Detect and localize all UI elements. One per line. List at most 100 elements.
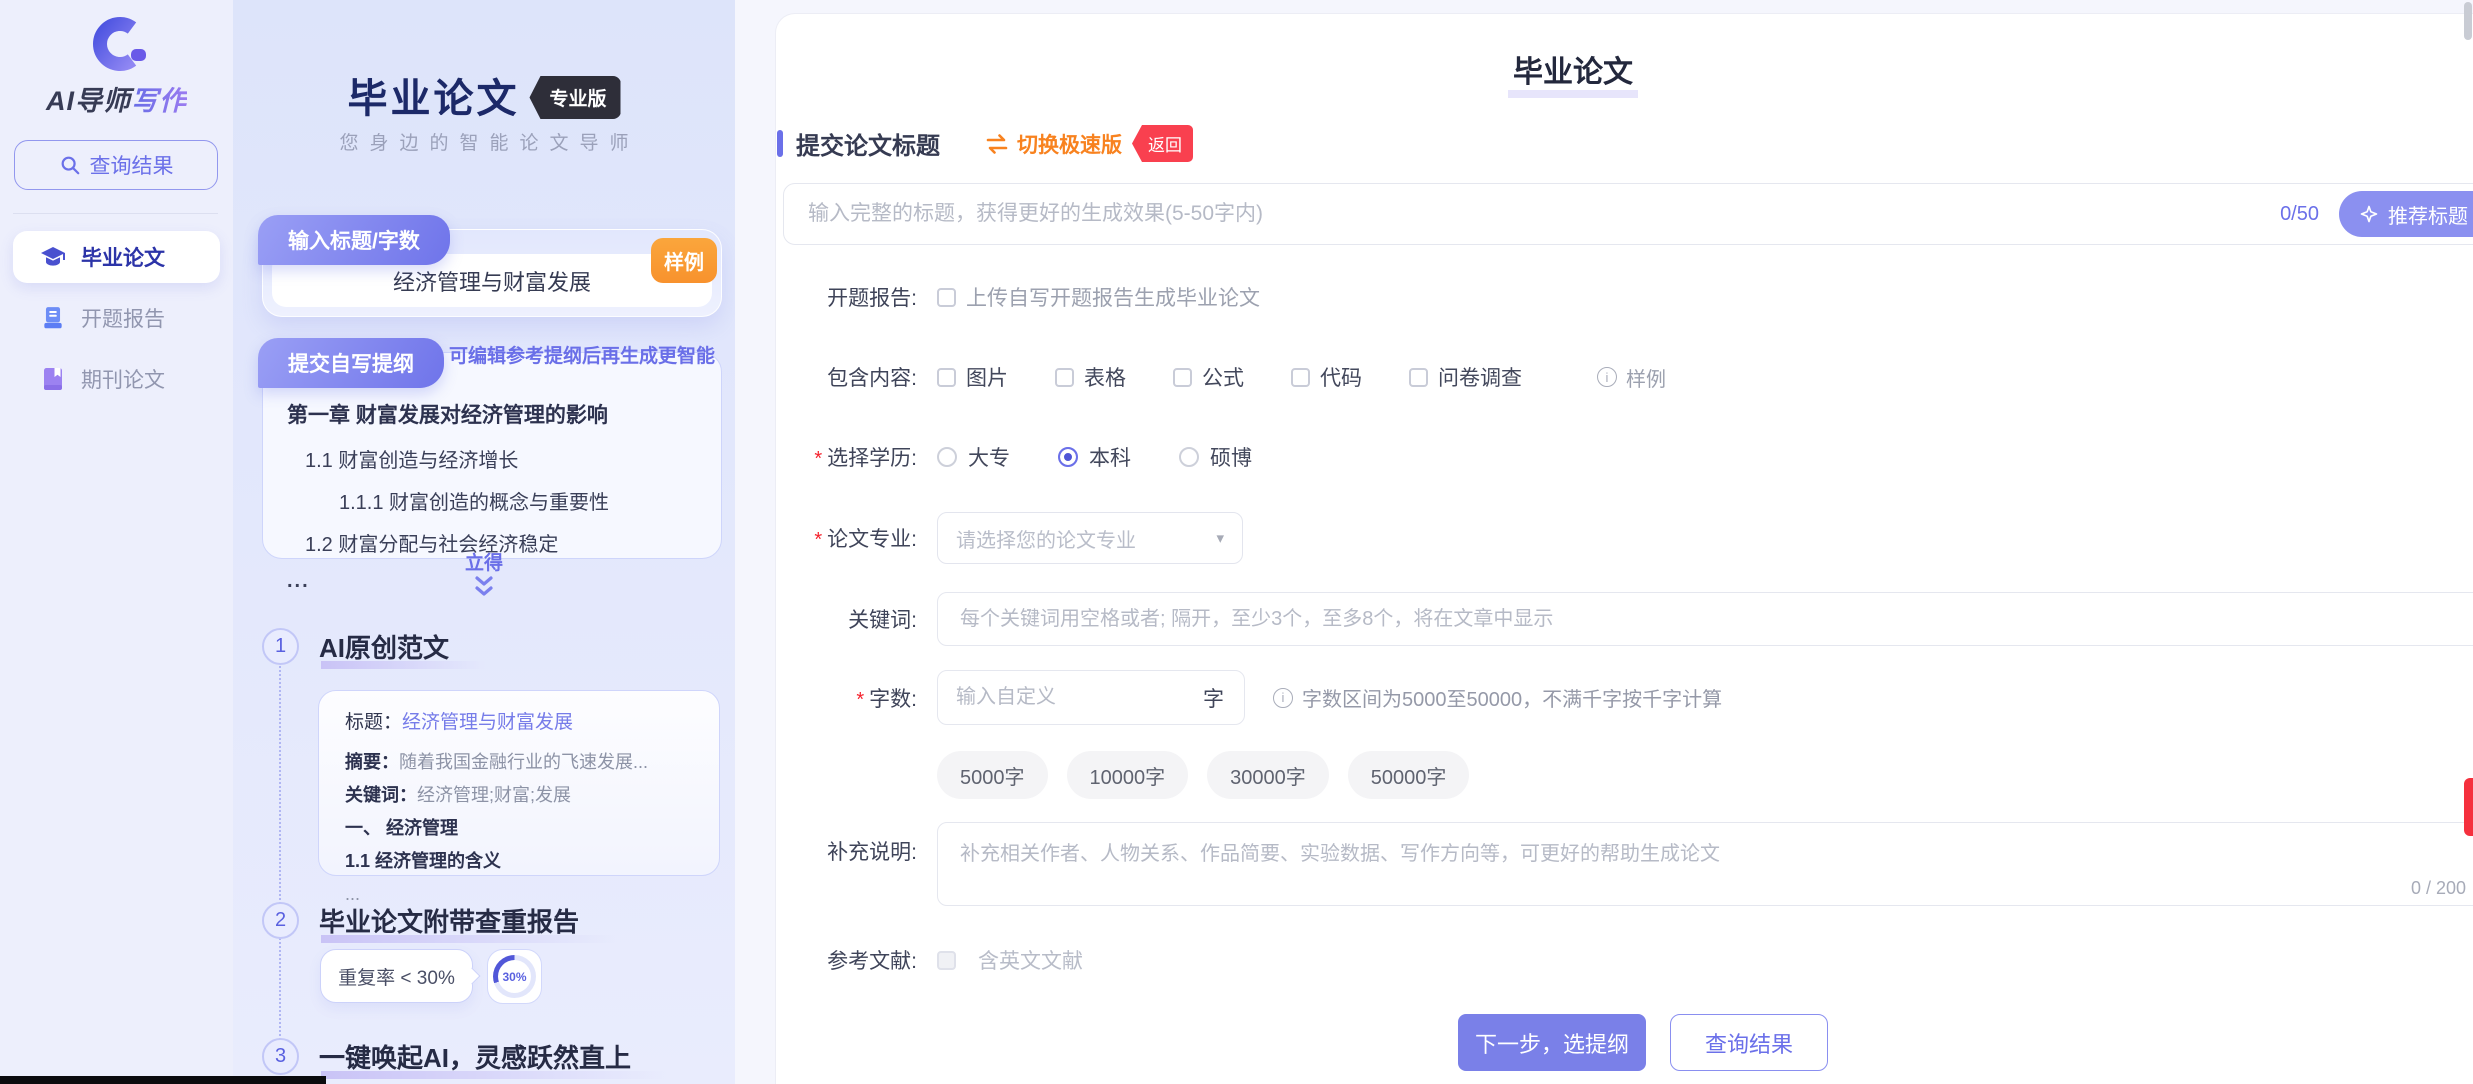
master-phd-radio[interactable] xyxy=(1179,447,1199,467)
notes-row: 补充说明: 0 / 200 xyxy=(777,822,2473,906)
query-results-label: 查询结果 xyxy=(90,150,174,180)
survey-checkbox[interactable] xyxy=(1409,368,1428,387)
code-checkbox[interactable] xyxy=(1291,368,1310,387)
sidebar-divider xyxy=(13,213,218,214)
sidebar-item-journal-paper[interactable]: 期刊论文 xyxy=(13,353,220,405)
notes-textarea[interactable] xyxy=(938,823,2473,905)
include-option-images[interactable]: 图片 xyxy=(937,362,1008,392)
word-count-input[interactable] xyxy=(938,686,1203,709)
include-sample-hint[interactable]: 样例 xyxy=(1597,363,1666,392)
step-3-number: 3 xyxy=(262,1038,299,1075)
duplicate-rate-gauge: 30% xyxy=(487,949,542,1004)
include-option-formulas[interactable]: 公式 xyxy=(1173,362,1244,392)
english-references-checkbox[interactable] xyxy=(937,951,956,970)
step-3-title: 一键唤起AI，灵感跃然直上 xyxy=(319,1038,631,1075)
chip-5000[interactable]: 5000字 xyxy=(937,751,1048,799)
sidebar-item-opening-report[interactable]: 开题报告 xyxy=(13,292,220,344)
notes-char-counter: 0 / 200 xyxy=(2411,878,2466,899)
outline-subsection: 1.1.1 财富创造的概念与重要性 xyxy=(339,486,705,515)
logo-mark-icon xyxy=(80,16,154,72)
chip-10000[interactable]: 10000字 xyxy=(1067,751,1189,799)
sample-result-card: 标题：经济管理与财富发展 摘要：随着我国金融行业的飞速发展... 关键词：经济管… xyxy=(318,690,720,876)
sparkle-icon xyxy=(2359,204,2379,224)
search-icon xyxy=(59,154,81,176)
sidebar-item-label: 开题报告 xyxy=(81,303,165,333)
chip-50000[interactable]: 50000字 xyxy=(1348,751,1470,799)
college-radio[interactable] xyxy=(937,447,957,467)
degree-option-master-phd[interactable]: 硕博 xyxy=(1179,442,1252,472)
query-results-button-secondary[interactable]: 查询结果 xyxy=(1670,1014,1828,1071)
instant-result-arrow: 立得 xyxy=(233,548,735,607)
sidebar-item-label: 期刊论文 xyxy=(81,364,165,394)
references-row: 参考文献: 含英文文献 xyxy=(777,944,1083,976)
sample-result-heading2: 1.1 经济管理的含义 xyxy=(345,849,693,873)
sample-title-tab: 输入标题/字数 xyxy=(258,215,450,265)
bottom-taskbar-strip xyxy=(0,1076,326,1084)
formulas-checkbox[interactable] xyxy=(1173,368,1192,387)
include-option-survey[interactable]: 问卷调查 xyxy=(1409,362,1522,392)
main-content: 毕业论文 提交论文标题 切换极速版 返回 0/50 推荐标题 xyxy=(735,0,2473,1084)
degree-row: 选择学历: 大专 本科 硕博 xyxy=(777,441,1300,473)
step-2-number: 2 xyxy=(262,902,299,939)
sample-result-heading1: 一、 经济管理 xyxy=(345,816,693,840)
english-references-option-label: 含英文文献 xyxy=(978,945,1083,975)
section-header: 提交论文标题 切换极速版 返回 xyxy=(777,125,1193,162)
word-count-label: 字数: xyxy=(777,683,917,713)
degree-option-bachelor[interactable]: 本科 xyxy=(1058,442,1131,472)
include-option-code[interactable]: 代码 xyxy=(1291,362,1362,392)
major-select[interactable]: 请选择您的论文专业 ▾ xyxy=(937,512,1243,564)
include-content-label: 包含内容: xyxy=(777,362,917,392)
chip-30000[interactable]: 30000字 xyxy=(1207,751,1329,799)
include-option-tables[interactable]: 表格 xyxy=(1055,362,1126,392)
logo-text-dark: AI导师 xyxy=(46,86,131,116)
sample-result-abstract: 摘要：随着我国金融行业的飞速发展... xyxy=(345,750,693,774)
query-results-button[interactable]: 查询结果 xyxy=(14,140,218,190)
gauge-percent: 30% xyxy=(498,960,531,993)
sample-result-title: 标题：经济管理与财富发展 xyxy=(345,711,693,735)
floating-edge-tag[interactable] xyxy=(2464,778,2473,836)
chevron-down-icon: ▾ xyxy=(1216,529,1224,547)
steps-connector xyxy=(279,666,281,1044)
outline-chapter: 第一章 财富发展对经济管理的影响 xyxy=(287,399,705,429)
report-doc-icon xyxy=(39,305,67,331)
word-count-suffix: 字 xyxy=(1203,683,1244,713)
outline-tab: 提交自写提纲 xyxy=(258,338,444,388)
sidebar-item-graduation-thesis[interactable]: 毕业论文 xyxy=(13,231,220,283)
bachelor-radio-selected[interactable] xyxy=(1058,447,1078,467)
scrollbar-thumb[interactable] xyxy=(2464,2,2472,40)
outline-section: 1.1 财富创造与经济增长 xyxy=(305,444,705,473)
next-step-button[interactable]: 下一步，选提纲 xyxy=(1458,1014,1646,1071)
opening-report-option-label[interactable]: 上传自写开题报告生成毕业论文 xyxy=(966,282,1260,312)
back-badge[interactable]: 返回 xyxy=(1132,125,1193,162)
duplicate-rate-bubble: 重复率 < 30% xyxy=(320,949,473,1003)
references-label: 参考文献: xyxy=(777,945,917,975)
logo-text: AI导师写作 xyxy=(0,79,233,118)
outline-card: 提交自写提纲 可编辑参考提纲后再生成更智能 第一章 财富发展对经济管理的影响 1… xyxy=(262,352,722,559)
step-1-title: AI原创范文 xyxy=(319,628,449,665)
promo-title: 毕业论文 xyxy=(347,66,519,124)
keywords-label: 关键词: xyxy=(777,604,917,634)
major-select-placeholder: 请选择您的论文专业 xyxy=(956,524,1216,553)
degree-option-college[interactable]: 大专 xyxy=(937,442,1010,472)
word-count-chips: 5000字 10000字 30000字 50000字 xyxy=(937,751,1469,799)
thesis-title-input[interactable] xyxy=(784,202,2280,226)
sidebar-nav: 毕业论文 开题报告 xyxy=(13,231,220,414)
switch-fast-version-link[interactable]: 切换极速版 xyxy=(984,129,1122,159)
sample-title-card: 输入标题/字数 样例 经济管理与财富发展 xyxy=(262,229,722,317)
opening-report-checkbox[interactable] xyxy=(937,288,956,307)
images-checkbox[interactable] xyxy=(937,368,956,387)
gauge-ring: 30% xyxy=(493,955,536,998)
degree-label: 选择学历: xyxy=(777,442,917,472)
title-char-counter: 0/50 xyxy=(2280,203,2319,226)
arrow-label: 立得 xyxy=(233,548,735,575)
step-2-title: 毕业论文附带查重报告 xyxy=(319,902,579,939)
primary-sidebar: AI导师写作 查询结果 毕业论文 xyxy=(0,0,233,1084)
keywords-input[interactable] xyxy=(937,592,2473,646)
sample-result-keywords: 关键词：经济管理;财富;发展 xyxy=(345,783,693,807)
step-1-number: 1 xyxy=(262,628,299,665)
step-3: 3 一键唤起AI，灵感跃然直上 xyxy=(262,1038,631,1075)
page-title: 毕业论文 xyxy=(1513,47,1633,91)
opening-report-row: 开题报告: 上传自写开题报告生成毕业论文 xyxy=(777,281,1260,313)
tables-checkbox[interactable] xyxy=(1055,368,1074,387)
recommend-title-button[interactable]: 推荐标题 xyxy=(2339,191,2473,237)
